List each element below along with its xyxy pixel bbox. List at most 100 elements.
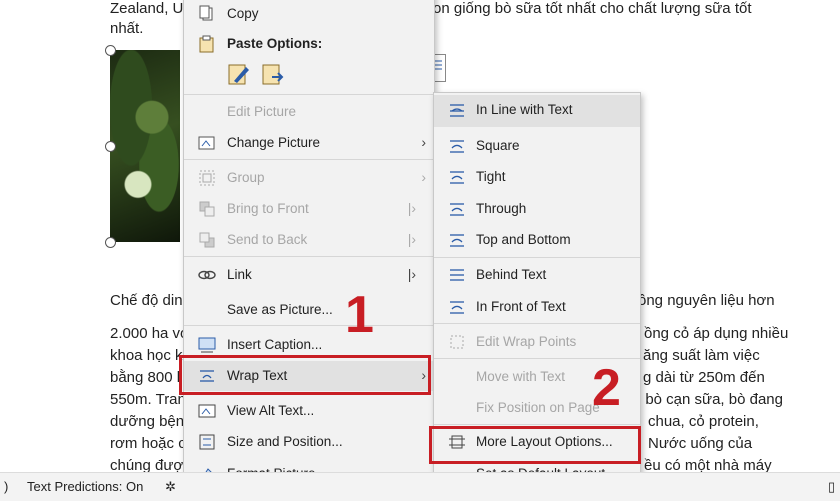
size-position-icon	[198, 433, 216, 451]
menu-item-edit-picture[interactable]: Edit Picture	[184, 97, 434, 127]
doc-line: ồng cỏ áp dụng nhiều	[644, 325, 789, 342]
menu-item-label: In Line with Text	[476, 102, 573, 117]
step-number-2: 2	[592, 359, 621, 417]
accessibility-icon[interactable]: ✲	[165, 479, 176, 495]
menu-separator	[184, 159, 434, 160]
wrap-option-tight[interactable]: Tight	[434, 162, 640, 192]
menu-item-label: Insert Caption...	[227, 337, 323, 352]
paste-options-header: Paste Options:	[184, 29, 434, 59]
text-predictions-status[interactable]: Text Predictions: On	[27, 479, 143, 494]
wrap-option-in-front-of-text[interactable]: In Front of Text	[434, 292, 640, 322]
wrap-option-square[interactable]: Square	[434, 131, 640, 161]
doc-line: Chế độ din	[110, 292, 183, 309]
in-front-of-text-icon	[448, 298, 466, 316]
doc-line: Zealand, U	[110, 0, 184, 17]
chevron-right-icon: ›	[421, 134, 426, 150]
menu-item-label: Bring to Front	[227, 201, 309, 216]
chevron-right-icon: ›	[421, 169, 426, 185]
insert-caption-icon	[198, 336, 216, 354]
link-icon	[198, 266, 216, 284]
menu-item-save-as-picture[interactable]: Save as Picture...	[184, 295, 434, 325]
menu-item-link[interactable]: Link |›	[184, 260, 434, 290]
chevron-right-icon: |›	[407, 200, 416, 216]
paste-keep-formatting-icon[interactable]	[226, 61, 252, 87]
through-wrap-icon	[448, 200, 466, 218]
menu-item-view-alt-text[interactable]: View Alt Text...	[184, 396, 434, 426]
menu-item-label: Move with Text	[476, 369, 566, 384]
resize-handle[interactable]	[105, 237, 116, 248]
edit-wrap-points-icon	[448, 333, 466, 351]
menu-item-label: Size and Position...	[227, 434, 343, 449]
menu-item-label: In Front of Text	[476, 299, 566, 314]
doc-line: ăng suất làm việc	[643, 347, 760, 364]
menu-item-label: Square	[476, 138, 520, 153]
change-picture-icon	[198, 134, 216, 152]
menu-item-size-and-position[interactable]: Size and Position...	[184, 427, 434, 457]
copy-icon	[198, 5, 216, 23]
doc-line: , bò cạn sữa, bò đang	[637, 391, 783, 408]
top-bottom-wrap-icon	[448, 231, 466, 249]
menu-item-group[interactable]: Group ›	[184, 163, 434, 193]
menu-item-label: Edit Wrap Points	[476, 334, 577, 349]
wrap-text-highlight	[179, 355, 431, 395]
menu-separator	[434, 257, 640, 258]
view-mode-icon[interactable]: ▯	[828, 479, 835, 495]
alt-text-icon	[198, 402, 216, 420]
doc-line: g dài từ 250m đến	[643, 369, 765, 386]
resize-handle[interactable]	[105, 45, 116, 56]
menu-item-send-to-back[interactable]: Send to Back |›	[184, 225, 434, 255]
tight-wrap-icon	[448, 168, 466, 186]
wrap-option-top-bottom[interactable]: Top and Bottom	[434, 225, 640, 255]
wrap-option-edit-wrap-points[interactable]: Edit Wrap Points	[434, 327, 640, 357]
behind-text-icon	[448, 266, 466, 284]
doc-line: 550m. Tran	[110, 391, 186, 408]
menu-item-change-picture[interactable]: Change Picture ›	[184, 128, 434, 158]
menu-item-label: Copy	[227, 6, 259, 21]
wrap-option-through[interactable]: Through	[434, 194, 640, 224]
menu-item-label: Fix Position on Page	[476, 400, 600, 415]
step-number-1: 1	[345, 286, 374, 344]
resize-handle[interactable]	[105, 141, 116, 152]
chevron-right-icon: |›	[407, 231, 416, 247]
menu-item-copy[interactable]: Copy	[184, 0, 434, 29]
menu-separator	[184, 94, 434, 95]
doc-line: nhất.	[110, 20, 144, 37]
menu-item-label: Save as Picture...	[227, 302, 333, 317]
menu-item-label: View Alt Text...	[227, 403, 315, 418]
menu-item-label: Tight	[476, 169, 506, 184]
wrap-option-in-line[interactable]: In Line with Text	[434, 95, 640, 127]
bring-to-front-icon	[198, 200, 216, 218]
doc-line: 2.000 ha vớ	[110, 325, 190, 342]
status-separator: )	[4, 479, 9, 494]
menu-item-label: Send to Back	[227, 232, 308, 247]
menu-item-label: Behind Text	[476, 267, 547, 282]
menu-separator	[184, 325, 434, 326]
menu-item-label: Paste Options:	[227, 36, 323, 51]
group-icon	[198, 169, 216, 187]
doc-line: Nước uống của	[648, 435, 753, 452]
doc-line: rơm hoặc c	[110, 435, 186, 452]
doc-line: bằng 800 l	[110, 369, 181, 386]
doc-line: khoa học k	[110, 347, 183, 364]
context-menu: Copy Paste Options: Edit Picture Change …	[183, 0, 435, 494]
paste-picture-icon[interactable]	[260, 61, 286, 87]
clipboard-icon	[198, 35, 216, 53]
menu-separator	[434, 323, 640, 324]
doc-line: chua, cỏ protein,	[648, 413, 759, 430]
send-to-back-icon	[198, 231, 216, 249]
wrap-option-behind-text[interactable]: Behind Text	[434, 260, 640, 290]
more-layout-highlight	[429, 426, 641, 464]
menu-item-label: Edit Picture	[227, 104, 297, 119]
in-line-icon	[448, 101, 466, 119]
square-wrap-icon	[448, 137, 466, 155]
chevron-right-icon: |›	[407, 266, 416, 282]
menu-separator	[434, 424, 640, 425]
menu-item-label: Group	[227, 170, 265, 185]
selected-picture[interactable]	[110, 50, 180, 242]
menu-item-bring-to-front[interactable]: Bring to Front |›	[184, 194, 434, 224]
menu-item-label: Top and Bottom	[476, 232, 571, 247]
doc-line: ông nguyên liệu hơn	[638, 292, 775, 309]
doc-line: on giống bò sữa tốt nhất cho chất lượng …	[433, 0, 752, 17]
menu-item-label: Through	[476, 201, 527, 216]
status-bar: ) Text Predictions: On ✲ ▯	[0, 472, 840, 501]
